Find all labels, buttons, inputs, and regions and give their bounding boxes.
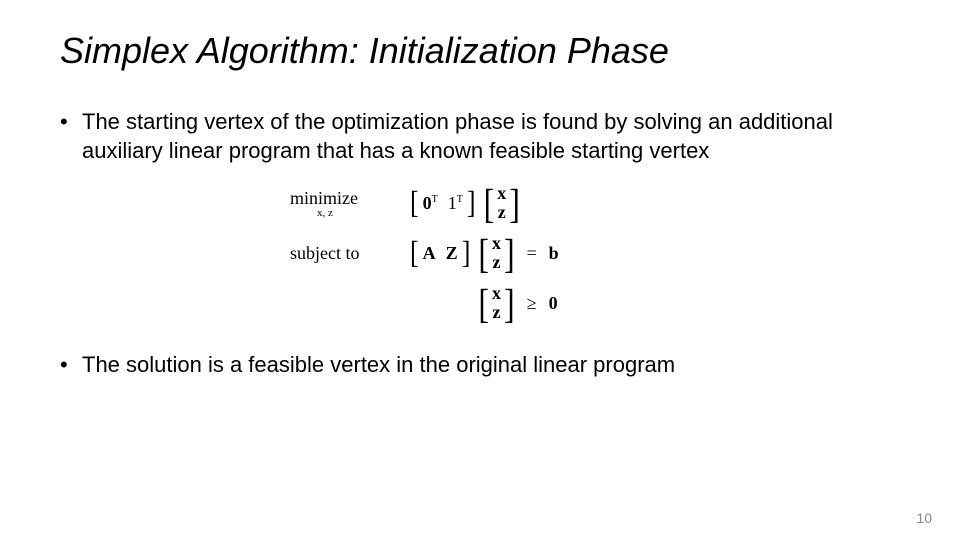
math-block: minimize x, z [ 0T 1T ] [ x z [290, 183, 670, 323]
rhs-zero: 0 [549, 293, 569, 314]
slide-title: Simplex Algorithm: Initialization Phase [60, 30, 900, 72]
math-row-constraint-ge: [AZ] [ x z ] ≥ 0 [290, 283, 670, 323]
math-row-constraint-eq: subject to [ A Z ] [ x z ] [290, 233, 670, 273]
slide: Simplex Algorithm: Initialization Phase … [0, 0, 960, 540]
bullet-item: The starting vertex of the optimization … [60, 108, 900, 165]
bullet-list: The starting vertex of the optimization … [60, 108, 900, 165]
minimize-subscript: x, z [290, 207, 360, 219]
bullet-item: The solution is a feasible vertex in the… [60, 351, 900, 380]
subject-to-label: subject to [290, 243, 410, 264]
ge-sign: ≥ [523, 293, 541, 314]
rhs-b: b [549, 243, 569, 264]
minimize-label: minimize x, z [290, 188, 410, 219]
bullet-text: The solution is a feasible vertex in the… [82, 352, 675, 377]
math-row-objective: minimize x, z [ 0T 1T ] [ x z [290, 183, 670, 223]
bullet-list: The solution is a feasible vertex in the… [60, 351, 900, 380]
row-vector-0T-1T: [ 0T 1T ] [410, 190, 476, 216]
bullet-text: The starting vertex of the optimization … [82, 109, 833, 163]
col-vector-xz: [ x z ] [484, 184, 520, 222]
row-matrix-AZ: [ A Z ] [410, 240, 470, 266]
equals-sign: = [523, 243, 541, 264]
col-vector-xz: [ x z ] [478, 234, 514, 272]
page-number: 10 [916, 510, 932, 526]
col-vector-xz: [ x z ] [478, 284, 514, 322]
